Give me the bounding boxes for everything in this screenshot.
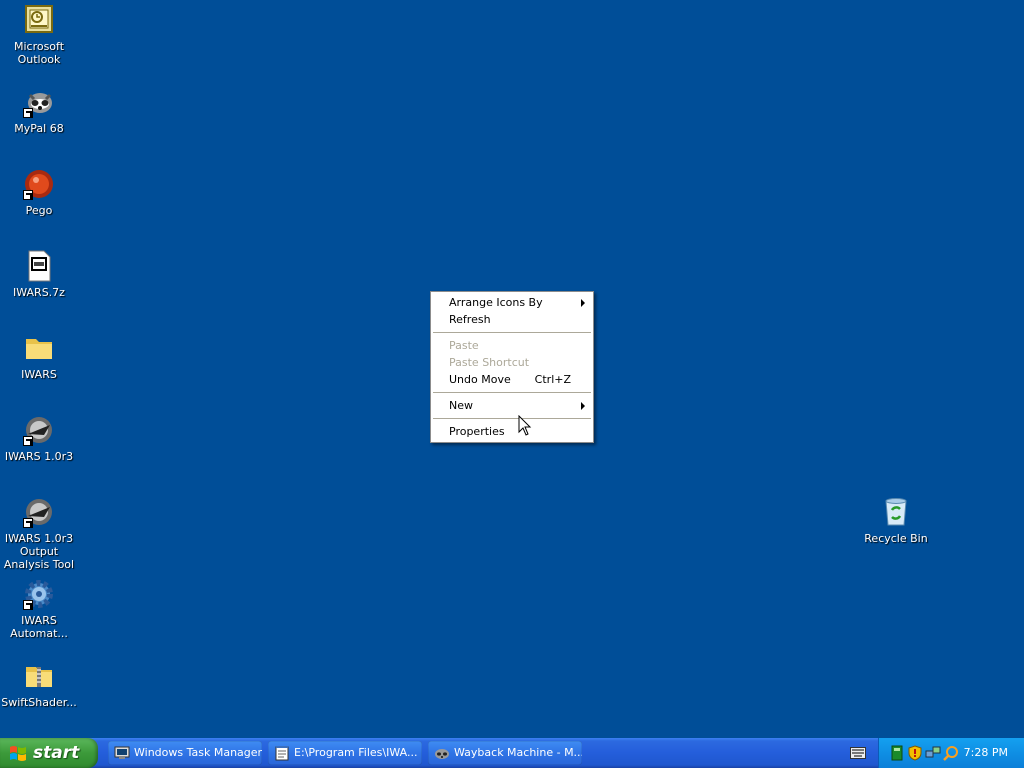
- gear-icon: [23, 578, 55, 610]
- desktop-icon-label: Microsoft Outlook: [13, 40, 65, 66]
- mouse-pointer-icon: [518, 415, 532, 436]
- mypal-raccoon-icon: [435, 749, 449, 759]
- start-label: start: [33, 743, 80, 763]
- network-icon[interactable]: [925, 745, 941, 761]
- tray-green-app-icon[interactable]: [889, 745, 905, 761]
- menu-item-shortcut: Ctrl+Z: [534, 373, 571, 386]
- menu-item-new[interactable]: New: [431, 397, 593, 414]
- task-manager-icon: [114, 746, 130, 759]
- desktop-icon-iwars-automation[interactable]: IWARS Automat...: [1, 578, 77, 640]
- desktop-icon-mypal-68[interactable]: MyPal 68: [1, 86, 77, 135]
- pego-icon: [23, 168, 55, 200]
- desktop-icon-label: IWARS 1.0r3: [4, 450, 74, 463]
- notepad-icon: [275, 746, 289, 761]
- keyboard-language-icon[interactable]: [850, 747, 866, 759]
- desktop-icon-label: MyPal 68: [14, 122, 64, 135]
- menu-separator: [433, 392, 591, 393]
- shortcut-arrow-icon: [23, 436, 33, 446]
- submenu-arrow-icon: [581, 299, 585, 307]
- start-button[interactable]: start: [0, 738, 98, 768]
- menu-item-arrange-icons-by[interactable]: Arrange Icons By: [431, 294, 593, 311]
- shortcut-arrow-icon: [23, 518, 33, 528]
- menu-item-paste: Paste: [431, 337, 593, 354]
- desktop-icon-iwars-1-0r3[interactable]: IWARS 1.0r3: [1, 414, 77, 463]
- desktop-context-menu: Arrange Icons By Refresh Paste Paste Sho…: [430, 291, 594, 443]
- submenu-arrow-icon: [581, 402, 585, 410]
- mypal-raccoon-icon: [23, 86, 55, 118]
- iwars-icon: [23, 414, 55, 446]
- menu-item-label: Refresh: [449, 313, 491, 326]
- menu-item-label: Arrange Icons By: [449, 296, 543, 309]
- system-tray: 7:28 PM: [878, 738, 1024, 768]
- folder-icon: [23, 332, 55, 364]
- menu-separator: [433, 332, 591, 333]
- desktop-icon-iwars-output-analysis-tool[interactable]: IWARS 1.0r3 Output Analysis Tool: [1, 496, 77, 571]
- desktop-icon-microsoft-outlook[interactable]: Microsoft Outlook: [1, 4, 77, 66]
- desktop-icon-iwars-7z[interactable]: IWARS.7z: [1, 250, 77, 299]
- taskbar: start Windows Task Manager E:\Program Fi…: [0, 738, 1024, 768]
- desktop-icon-pego[interactable]: Pego: [1, 168, 77, 217]
- taskbar-button-label: Wayback Machine - M...: [454, 746, 582, 759]
- menu-item-properties[interactable]: Properties: [431, 423, 593, 440]
- desktop-icon-iwars-folder[interactable]: IWARS: [1, 332, 77, 381]
- recycle-bin-icon: [880, 496, 912, 528]
- menu-item-label: Paste: [449, 339, 479, 352]
- desktop-icon-label: IWARS 1.0r3 Output Analysis Tool: [3, 532, 75, 571]
- taskbar-button-notepad[interactable]: E:\Program Files\IWA...: [268, 741, 422, 765]
- shortcut-arrow-icon: [23, 108, 33, 118]
- menu-item-label: New: [449, 399, 473, 412]
- desktop-icon-label: IWARS.7z: [13, 286, 65, 299]
- menu-item-undo-move[interactable]: Undo Move Ctrl+Z: [431, 371, 593, 388]
- menu-item-label: Undo Move: [449, 373, 511, 386]
- desktop-icon-label: IWARS: [21, 368, 57, 381]
- menu-item-refresh[interactable]: Refresh: [431, 311, 593, 328]
- desktop[interactable]: Microsoft Outlook MyPal 68 Pego IWARS.7z…: [0, 0, 1024, 738]
- archive-file-icon: [23, 250, 55, 282]
- taskbar-button-windows-task-manager[interactable]: Windows Task Manager: [108, 741, 262, 765]
- menu-item-paste-shortcut: Paste Shortcut: [431, 354, 593, 371]
- taskbar-button-label: Windows Task Manager: [134, 746, 262, 759]
- menu-item-label: Properties: [449, 425, 505, 438]
- clock[interactable]: 7:28 PM: [964, 738, 1008, 768]
- iwars-analysis-icon: [23, 496, 55, 528]
- desktop-icon-label: IWARS Automat...: [10, 614, 68, 640]
- security-shield-icon[interactable]: [907, 745, 923, 761]
- windows-logo-icon: [10, 746, 26, 761]
- taskbar-button-wayback-machine[interactable]: Wayback Machine - M...: [428, 741, 582, 765]
- menu-item-label: Paste Shortcut: [449, 356, 530, 369]
- desktop-icon-recycle-bin[interactable]: Recycle Bin: [858, 496, 934, 545]
- desktop-icon-swiftshader[interactable]: SwiftShader...: [1, 660, 77, 709]
- menu-separator: [433, 418, 591, 419]
- zip-folder-icon: [23, 660, 55, 692]
- desktop-icon-label: Pego: [25, 204, 53, 217]
- search-icon[interactable]: [943, 745, 959, 761]
- shortcut-arrow-icon: [23, 190, 33, 200]
- taskbar-button-label: E:\Program Files\IWA...: [294, 746, 418, 759]
- outlook-icon: [23, 4, 55, 36]
- desktop-icon-label: SwiftShader...: [1, 696, 77, 709]
- desktop-icon-label: Recycle Bin: [864, 532, 928, 545]
- shortcut-arrow-icon: [23, 600, 33, 610]
